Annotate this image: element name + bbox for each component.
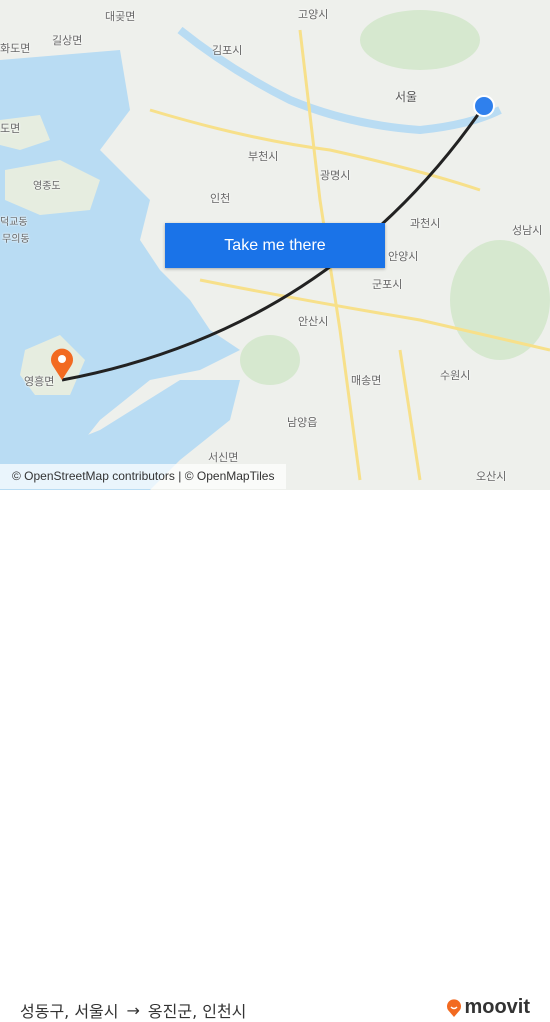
map-label: 인천	[210, 192, 231, 205]
map-label: 부천시	[248, 150, 279, 163]
map-label: 대곶면	[105, 10, 136, 23]
map-label: 수원시	[440, 369, 471, 382]
road	[398, 349, 422, 481]
park	[240, 335, 300, 385]
destination-name: 옹진군, 인천시	[147, 1002, 247, 1021]
map-label: 매송면	[351, 374, 382, 387]
map-label: 덕교동	[0, 217, 28, 228]
map-label: 서울	[395, 90, 418, 104]
moovit-pin-icon	[447, 998, 462, 1017]
map-label: 고양시	[298, 8, 329, 21]
footer: 성동구, 서울시 → 옹진군, 인천시 moovit	[0, 490, 550, 1021]
map-label: 영흥면	[24, 375, 55, 388]
map-label: 영종도	[33, 181, 61, 192]
park	[450, 240, 550, 360]
map-label: 과천시	[410, 217, 441, 230]
map-attribution[interactable]: © OpenStreetMap contributors | © OpenMap…	[0, 464, 287, 489]
route-title: 성동구, 서울시 → 옹진군, 인천시	[20, 998, 246, 1022]
origin-marker	[473, 95, 495, 117]
map-label: 서신면	[208, 451, 239, 464]
map-label: 남양읍	[287, 416, 318, 429]
park	[360, 10, 480, 70]
brand-name: moovit	[464, 996, 530, 1018]
map[interactable]: 고양시 김포시 서울 부천시 광명시 인천 과천시 성남시 안양시 군포시 안산…	[0, 0, 550, 490]
origin-name: 성동구, 서울시	[20, 1002, 119, 1021]
map-label: 오산시	[476, 470, 507, 483]
map-label: 안산시	[298, 315, 329, 328]
map-label: 광명시	[320, 169, 351, 182]
map-label: 군포시	[372, 278, 403, 291]
arrow-right-icon: →	[126, 1000, 140, 1020]
moovit-logo: moovit	[446, 996, 530, 1019]
map-label: 안양시	[388, 250, 419, 263]
map-label: 무의동	[2, 234, 30, 245]
map-label: 길상면	[52, 34, 83, 47]
map-label: 화도면	[0, 42, 31, 55]
take-me-there-button[interactable]: Take me there	[165, 223, 385, 268]
map-label: 김포시	[212, 44, 243, 57]
map-label: 도면	[0, 122, 21, 135]
map-label: 성남시	[512, 224, 543, 237]
